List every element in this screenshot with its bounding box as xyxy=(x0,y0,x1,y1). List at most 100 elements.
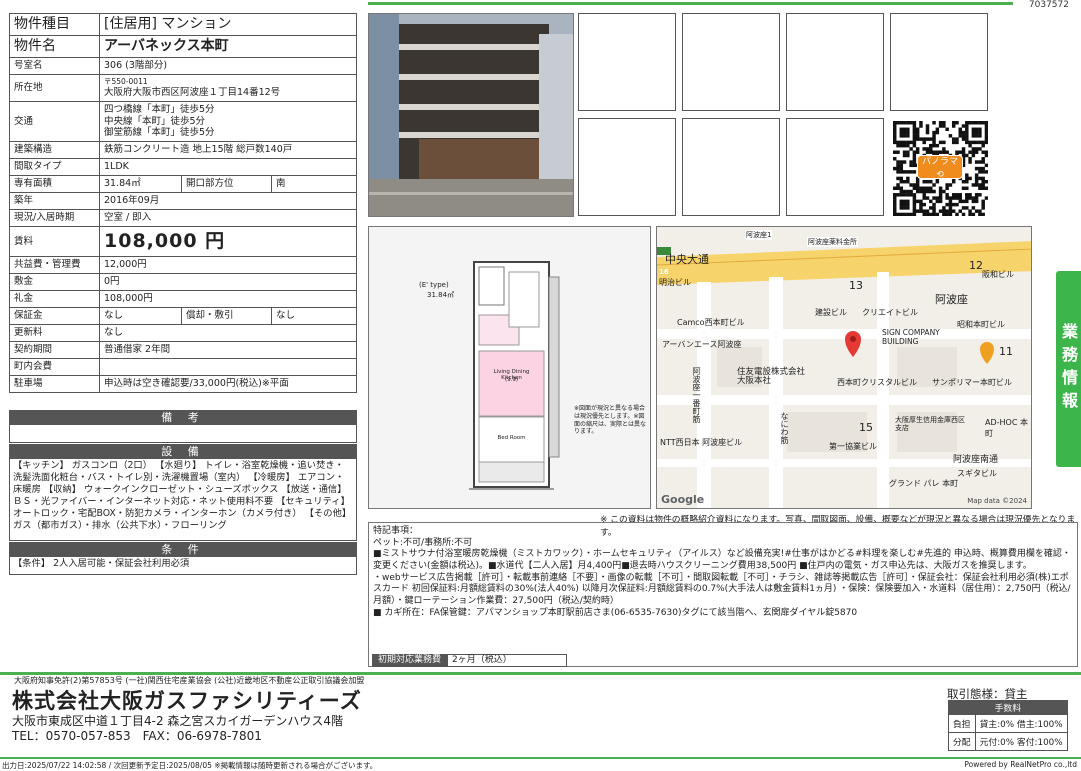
area-value: 31.84㎡ xyxy=(99,175,182,193)
property-spec-table: 物件種目 [住居用] マンション 物件名 アーバネックス本町 号室名 306 (… xyxy=(9,13,357,393)
map-label: 明治ビル xyxy=(659,278,691,287)
reikin-label: 礼金 xyxy=(9,290,100,308)
map-label: なにわ筋 xyxy=(780,412,789,444)
area-label: 専有面積 xyxy=(9,175,100,193)
fee-row-label: 分配 xyxy=(948,732,976,751)
map-label: AD-HOC 本町 xyxy=(985,418,1028,438)
structure-label: 建築構造 xyxy=(9,141,100,159)
print-info: 出力日:2025/07/22 14:02:58 / 次回更新予定日:2025/0… xyxy=(2,761,378,770)
plan-ldk-size: (9.9) xyxy=(504,377,519,383)
contract-label: 契約期間 xyxy=(9,341,100,359)
name-label: 物件名 xyxy=(9,35,100,58)
plan-type-label: (E' type) xyxy=(419,281,449,289)
plan-area: 31.84㎡ xyxy=(427,291,455,299)
shikikin-value: 0円 xyxy=(99,273,357,291)
building-photo[interactable] xyxy=(368,13,574,217)
map-label: 15 xyxy=(859,421,873,434)
bottom-rule xyxy=(0,757,1081,759)
direction-value: 南 xyxy=(271,175,357,193)
type-value: [住居用] マンション xyxy=(99,13,357,36)
map-label: グランド パレ 本町 xyxy=(889,479,959,488)
photo-thumbnail[interactable] xyxy=(682,118,780,216)
map-label: 昭和本町ビル xyxy=(957,320,1005,329)
map-label: 住友電設株式会社 大阪本社 xyxy=(737,367,806,387)
contract-value: 普通借家 2年間 xyxy=(99,341,357,359)
map-label: クリエイトビル xyxy=(862,308,918,317)
powered-by: Powered by RealNetPro co.,ltd xyxy=(964,760,1077,769)
map-label: 阿波座1 xyxy=(745,230,773,240)
transport-line: 御堂筋線「本町」徒歩5分 xyxy=(104,127,215,139)
map-label: 大阪厚生信用金庫西区支店 xyxy=(895,416,965,433)
rent-value: 108,000 円 xyxy=(99,226,357,257)
photo-thumbnail[interactable] xyxy=(578,13,676,111)
map-label: 阿波座一番町筋 xyxy=(692,367,701,423)
type-label: 物件種目 xyxy=(9,13,100,36)
special-line: ■ カギ所在：FA保管鍵：アパマンショップ本町駅前店さま(06-6535-763… xyxy=(373,607,858,618)
conditions-header: 条 件 xyxy=(9,542,357,557)
map-label: Camco西本町ビル xyxy=(677,318,745,327)
map-label: サンポリマー本町ビル xyxy=(932,378,1012,387)
zip-code: 〒550-0011 xyxy=(104,77,148,87)
panorama-arrow-icon: ⟲ xyxy=(936,170,944,180)
fee-row-value: 元付:0% 客付:100% xyxy=(974,732,1068,751)
neighborhood-fee-value xyxy=(99,358,357,376)
map-label: 第一協業ビル xyxy=(829,442,877,451)
shikikin-label: 敷金 xyxy=(9,273,100,291)
address-label: 所在地 xyxy=(9,74,100,102)
plan-bed-label: Bed Room xyxy=(497,435,526,441)
photo-thumbnail[interactable] xyxy=(578,118,676,216)
equipment-box: 【キッチン】 ガスコンロ（2口） 【水廻り】 トイレ・浴室乾燥機・追い焚き・洗髪… xyxy=(9,459,357,541)
building-photo-image xyxy=(369,14,573,216)
special-line: ペット:不可/事務所:不可 xyxy=(373,537,473,548)
photo-thumbnail[interactable] xyxy=(786,118,884,216)
room-value: 306 (3階部分) xyxy=(99,57,357,75)
neighborhood-fee-label: 町内会費 xyxy=(9,358,100,376)
transport-line: 四つ橋線「本町」徒歩5分 xyxy=(104,103,215,115)
panorama-qr-code[interactable]: パノラマ ⟲ xyxy=(893,121,989,217)
map-copyright: Map data ©2024 xyxy=(967,497,1027,505)
company-tel: TEL：0570-057-853 FAX：06-6978-7801 xyxy=(12,729,262,743)
transport-label: 交通 xyxy=(9,101,100,142)
address-value: 大阪府大阪市西区阿波座１丁目14番12号 xyxy=(104,86,281,98)
fee-header: 手数料 xyxy=(948,700,1068,715)
remarks-header: 備 考 xyxy=(9,410,357,425)
address-cell: 〒550-0011 大阪府大阪市西区阿波座１丁目14番12号 xyxy=(99,74,357,102)
parking-label: 駐車場 xyxy=(9,375,100,393)
map-label: 阿波座 xyxy=(935,293,968,306)
map-label: 12 xyxy=(969,259,983,272)
plan-note: ※図面が現況と異なる場合は現況優先とします。※図面の縮尺は、実際とは異なります。 xyxy=(574,405,647,436)
photo-thumbnail[interactable] xyxy=(786,13,884,111)
map-label: 阿波座南通 xyxy=(953,455,999,465)
reikin-value: 108,000円 xyxy=(99,290,357,308)
map-label: アーバンエース阿波座 xyxy=(662,340,742,349)
map-label: 11 xyxy=(999,345,1013,358)
google-logo: Google xyxy=(661,493,705,506)
panorama-label: パノラマ xyxy=(921,157,958,167)
photo-thumbnail[interactable] xyxy=(890,13,988,111)
floor-plan[interactable]: (E' type) 31.84㎡ Living Dining Kitchen (… xyxy=(368,226,651,509)
remarks-box xyxy=(9,425,357,443)
business-info-tab[interactable]: 業務情報 xyxy=(1056,271,1081,467)
special-line: ■ミストサウナ付浴室暖房乾燥機（ミストカワック）・ホームセキュリティ（アイルス）… xyxy=(373,549,1071,572)
map-label: スギタビル xyxy=(957,469,997,478)
common-fee-value: 12,000円 xyxy=(99,256,357,274)
map-label: 13 xyxy=(849,279,863,292)
deposit-value: なし xyxy=(99,307,182,325)
conditions-box: 【条件】 2人入居可能・保証会社利用必須 xyxy=(9,557,357,575)
map-label: 中央大通 xyxy=(665,253,709,266)
transport-line: 中央線「本町」徒歩5分 xyxy=(104,115,206,127)
special-line: ・webサービス広告掲載［許可］・転載事前連絡［不要］・画像の転載［不可］・間取… xyxy=(373,572,1071,607)
built-value: 2016年09月 xyxy=(99,192,357,210)
map-label: 阿波座薬料金所 xyxy=(807,237,858,247)
fee-row-label: 負担 xyxy=(948,714,976,733)
special-notes: 特記事項： ペット:不可/事務所:不可 ■ミストサウナ付浴室暖房乾燥機（ミストカ… xyxy=(368,522,1078,667)
location-map[interactable]: 中央大通 阿波座1 阿波座南通 阿波座 明治ビル Camco西本町ビル アーバン… xyxy=(656,226,1032,509)
map-label: 阪和ビル xyxy=(982,270,1014,279)
layout-value: 1LDK xyxy=(99,158,357,176)
name-value: アーバネックス本町 xyxy=(99,35,357,58)
photo-thumbnail[interactable] xyxy=(682,13,780,111)
map-label: NTT西日本 阿波座ビル xyxy=(660,438,743,447)
initial-fee-value: 2ヶ月（税込） xyxy=(447,654,568,667)
parking-value: 申込時は空き確認要/33,000円(税込)※平面 xyxy=(99,375,357,393)
amortization-label: 償却・敷引 xyxy=(181,307,272,325)
